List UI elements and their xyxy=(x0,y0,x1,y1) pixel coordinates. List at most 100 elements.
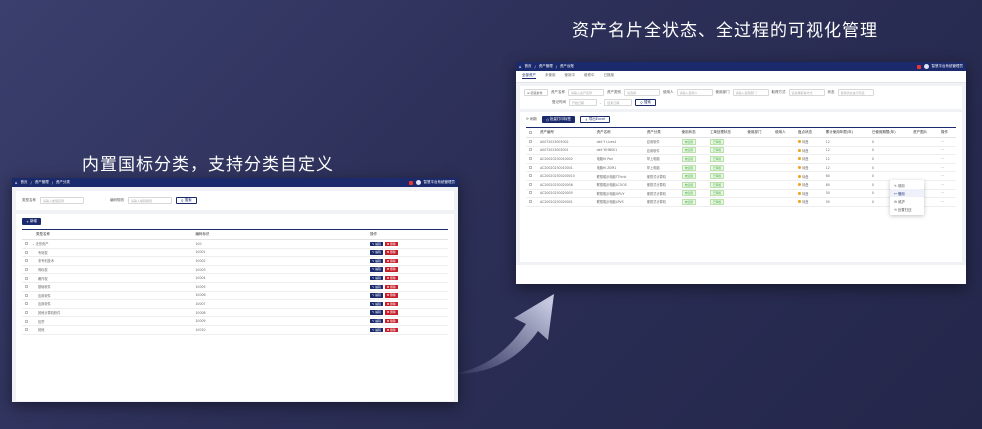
delete-button[interactable]: ✖ 删除 xyxy=(384,275,398,281)
more-icon[interactable]: ··· xyxy=(941,148,944,152)
col-header[interactable]: 资产编号 xyxy=(537,127,594,138)
table-row[interactable]: 基础软件 10005 ✎ 编辑 ✖ 删除 xyxy=(22,282,448,292)
row-checkbox[interactable] xyxy=(25,319,28,323)
row-checkbox[interactable] xyxy=(25,311,28,315)
avatar[interactable] xyxy=(923,64,929,69)
edit-button[interactable]: ✎ 编辑 xyxy=(370,267,383,272)
edit-button[interactable]: ✎ 编辑 xyxy=(370,301,383,307)
filter-toggle[interactable]: ≡ 筛选条件 xyxy=(524,89,548,96)
code-rule-input[interactable]: 请输入编码规则 xyxy=(128,197,172,204)
notification-icon[interactable] xyxy=(916,64,921,69)
table-row[interactable]: 专利权 10001 ✎ 编辑 ✖ 删除 xyxy=(22,248,448,258)
table-row[interactable]: 应用软件 10007 ✎ 编辑 ✖ 删除 xyxy=(22,299,448,309)
more-icon[interactable]: ··· xyxy=(941,200,944,204)
acquire-way-select[interactable]: 请选择取得方式 xyxy=(788,89,825,96)
caret-down-icon[interactable]: ⌄ xyxy=(32,242,35,246)
status-select[interactable]: 使用状态进行筛选 xyxy=(837,89,874,96)
notification-icon[interactable] xyxy=(408,180,413,185)
asset-no[interactable]: AC200202300200010 xyxy=(537,171,594,181)
export-excel-button[interactable]: ⇪ 导出Excel xyxy=(579,116,611,123)
table-row[interactable]: AC20020230010002 电脑Hi Pari 掌上电脑 未使用 已审核 待盘 12 0… xyxy=(526,154,956,164)
end-date-input[interactable]: 结束日期 xyxy=(604,99,633,106)
asset-no[interactable]: AC20020230020006 xyxy=(537,180,594,190)
more-icon[interactable]: ··· xyxy=(941,183,944,187)
edit-button[interactable]: ✎ 编辑 xyxy=(370,241,383,246)
avatar[interactable] xyxy=(415,180,421,185)
row-checkbox[interactable] xyxy=(529,156,532,160)
row-checkbox[interactable] xyxy=(25,328,28,332)
row-checkbox[interactable] xyxy=(25,242,28,246)
asset-type-select[interactable]: 请选择 xyxy=(624,89,660,96)
refresh-button[interactable]: ⟳ 刷新 xyxy=(526,117,537,122)
table-row[interactable]: 信誉 10009 ✎ 编辑 ✖ 删除 xyxy=(22,316,448,326)
row-checkbox[interactable] xyxy=(529,199,532,203)
tab-3[interactable]: 维修中 xyxy=(584,73,595,79)
delete-button[interactable]: ✖ 删除 xyxy=(384,241,398,246)
table-row[interactable]: 应用软件 10006 ✎ 编辑 ✖ 删除 xyxy=(22,291,448,301)
add-button[interactable]: + 新增 xyxy=(22,218,41,225)
table-row[interactable]: 非专利技术 10002 ✎ 编辑 ✖ 删除 xyxy=(22,256,448,266)
tab-4[interactable]: 已报废 xyxy=(604,73,615,79)
table-row[interactable]: 其他 10010 ✎ 编辑 ✖ 删除 xyxy=(22,325,448,335)
row-checkbox[interactable] xyxy=(529,191,532,195)
asset-no[interactable]: AC20020230010002 xyxy=(537,154,594,164)
table-row[interactable]: 商标权 10003 ✎ 编辑 ✖ 删除 xyxy=(22,265,448,275)
tab-0[interactable]: 全部资产 xyxy=(522,73,536,79)
delete-button[interactable]: ✖ 删除 xyxy=(384,258,398,264)
start-date-input[interactable]: 开始日期 xyxy=(569,99,597,106)
asset-no[interactable]: A0072023003001 xyxy=(537,146,594,156)
tab-1[interactable]: 未使用 xyxy=(545,73,556,79)
more-icon[interactable]: ··· xyxy=(941,140,944,144)
breadcrumb-asset[interactable]: 资产管理 xyxy=(35,180,49,185)
user-name[interactable]: 智慧平台系统管理员 xyxy=(932,64,964,69)
asset-name-input[interactable]: 请输入资产名称 xyxy=(568,89,604,96)
row-checkbox[interactable] xyxy=(25,285,28,289)
row-checkbox[interactable] xyxy=(25,250,28,254)
delete-button[interactable]: ✖ 删除 xyxy=(384,327,398,332)
user-name[interactable]: 智慧平台系统管理员 xyxy=(424,180,456,185)
search-button[interactable]: ⚲ 搜索 xyxy=(635,99,656,106)
type-name-input[interactable]: 请输入类型名称 xyxy=(40,197,84,204)
table-row[interactable]: ⌄无形资产 100 ✎ 编辑 ✖ 删除 xyxy=(22,239,448,249)
table-row[interactable]: 著作权 10004 ✎ 编辑 ✖ 删除 xyxy=(22,273,448,283)
edit-button[interactable]: ✎ 编辑 xyxy=(370,318,383,324)
row-checkbox[interactable] xyxy=(25,268,28,272)
table-row[interactable]: AC20020230010001 电脑Hi Z0M1 掌上电脑 未使用 已审核 待盘 12 0… xyxy=(526,163,956,173)
more-icon[interactable]: ··· xyxy=(941,191,944,195)
delete-button[interactable]: ✖ 删除 xyxy=(384,284,398,289)
more-icon[interactable]: ··· xyxy=(941,174,944,178)
menu-item-2[interactable]: ⚙ 维护 xyxy=(890,197,924,205)
menu-item-0[interactable]: ✎ 领用 xyxy=(890,181,924,189)
row-checkbox[interactable] xyxy=(25,259,28,263)
row-checkbox[interactable] xyxy=(529,165,532,169)
row-checkbox[interactable] xyxy=(25,293,28,297)
edit-button[interactable]: ✎ 编辑 xyxy=(370,310,383,315)
edit-button[interactable]: ✎ 编辑 xyxy=(370,275,383,281)
home-icon[interactable]: ⌂ xyxy=(15,180,18,185)
menu-item-3[interactable]: ⟲ 处置归还 xyxy=(890,206,924,214)
delete-button[interactable]: ✖ 删除 xyxy=(384,310,398,315)
dept-input[interactable]: 请输入使用部门 xyxy=(732,89,769,96)
user-input[interactable]: 请输入使用人 xyxy=(676,89,713,96)
breadcrumb-home[interactable]: 首页 xyxy=(525,64,532,69)
home-icon[interactable]: ⌂ xyxy=(519,64,522,69)
col-type-name[interactable]: 类型名称 xyxy=(22,229,193,240)
edit-button[interactable]: ✎ 编辑 xyxy=(370,293,383,298)
edit-button[interactable]: ✎ 编辑 xyxy=(370,250,383,255)
delete-button[interactable]: ✖ 删除 xyxy=(384,318,398,324)
breadcrumb-asset[interactable]: 资产管理 xyxy=(539,64,553,69)
row-checkbox[interactable] xyxy=(529,182,532,186)
row-checkbox[interactable] xyxy=(529,174,532,178)
table-row[interactable]: 其他计算机软件 10008 ✎ 编辑 ✖ 删除 xyxy=(22,308,448,318)
breadcrumb-home[interactable]: 首页 xyxy=(21,180,28,185)
more-icon[interactable]: ··· xyxy=(941,166,944,170)
delete-button[interactable]: ✖ 删除 xyxy=(384,301,398,307)
delete-button[interactable]: ✖ 删除 xyxy=(384,250,398,255)
menu-item-1[interactable]: ↩ 借用 xyxy=(890,189,924,198)
print-labels-button[interactable]: ⎙ 批量打印标签 xyxy=(542,116,575,123)
asset-no[interactable]: AC20020230020005 xyxy=(537,189,594,199)
row-checkbox[interactable] xyxy=(25,302,28,306)
delete-button[interactable]: ✖ 删除 xyxy=(384,293,398,298)
table-row[interactable]: A0072023003002 dell Y Lives1 应用软件 未使用 已审核 待盘 1… xyxy=(526,137,956,147)
edit-button[interactable]: ✎ 编辑 xyxy=(370,258,383,264)
